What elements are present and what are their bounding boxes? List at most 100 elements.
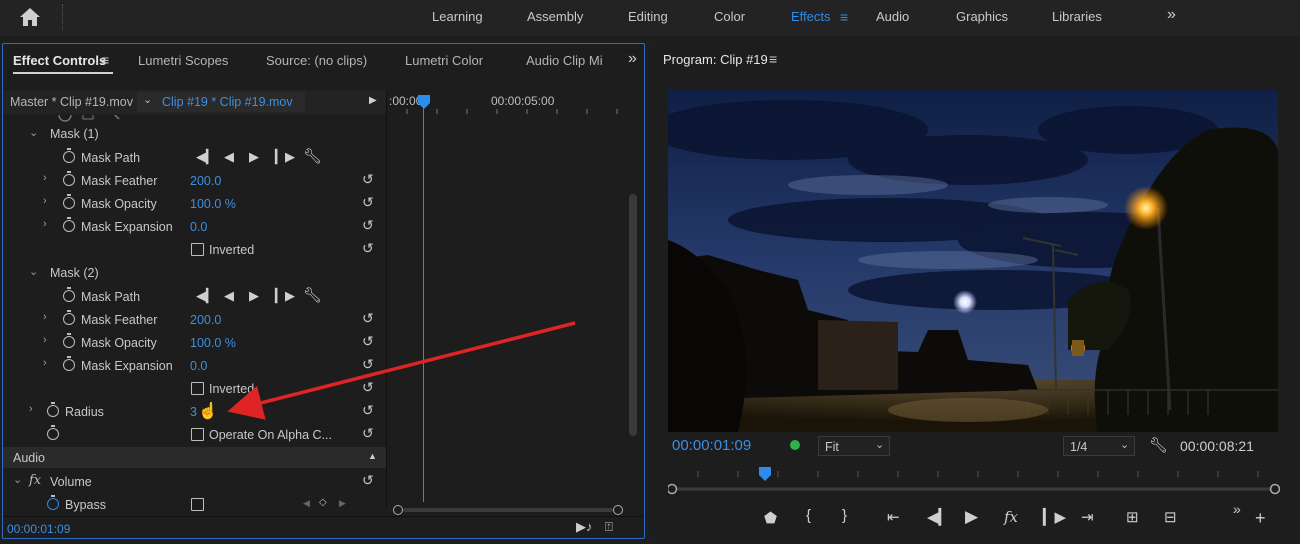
mask-opacity-value[interactable]: 100.0 %: [190, 197, 236, 211]
stopwatch-icon[interactable]: [63, 148, 75, 163]
track-forward-icon[interactable]: ▶: [249, 288, 259, 304]
tab-assembly[interactable]: Assembly: [527, 9, 583, 24]
chevron-right-icon[interactable]: ›: [43, 218, 47, 230]
reset-icon[interactable]: ↺: [362, 171, 374, 188]
bypass-checkbox[interactable]: [191, 498, 204, 511]
stopwatch-icon[interactable]: [47, 495, 59, 510]
mask-1-header[interactable]: ⌄ Mask (1): [3, 123, 386, 146]
inverted-checkbox[interactable]: [191, 243, 204, 256]
tab-lumetri-scopes[interactable]: Lumetri Scopes: [138, 53, 228, 68]
tab-effect-controls[interactable]: Effect Controls: [13, 53, 106, 68]
master-clip-label[interactable]: Master * Clip #19.mov: [10, 95, 133, 109]
settings-wrench-icon[interactable]: 🔧︎: [1149, 436, 1168, 454]
zoom-fit-dropdown[interactable]: Fit ⌄: [818, 436, 890, 456]
stopwatch-icon[interactable]: [63, 310, 75, 325]
stopwatch-icon[interactable]: [63, 356, 75, 371]
go-to-out-icon[interactable]: ⇥: [1081, 508, 1094, 526]
stopwatch-icon[interactable]: [47, 425, 59, 440]
home-icon[interactable]: [19, 7, 41, 27]
video-frame[interactable]: [668, 90, 1278, 432]
tab-graphics[interactable]: Graphics: [956, 9, 1008, 24]
stopwatch-icon[interactable]: [47, 402, 59, 417]
more-controls-icon[interactable]: »: [1233, 501, 1241, 517]
reset-icon[interactable]: ↺: [362, 472, 374, 489]
more-workspaces-icon[interactable]: »: [1167, 6, 1176, 24]
collapse-up-icon[interactable]: ▲: [368, 451, 377, 461]
add-keyframe-icon[interactable]: ◇: [319, 497, 327, 508]
timeline-zoom-bar[interactable]: [393, 505, 623, 515]
tab-libraries[interactable]: Libraries: [1052, 9, 1102, 24]
tab-source[interactable]: Source: (no clips): [266, 53, 367, 68]
wrench-icon[interactable]: 🔧︎: [303, 147, 322, 165]
program-timecode[interactable]: 00:00:01:09: [672, 437, 751, 454]
fx-icon[interactable]: fx: [29, 473, 41, 488]
mark-out-icon[interactable]: }: [842, 507, 847, 524]
chevron-right-icon[interactable]: ›: [43, 195, 47, 207]
track-forward-one-frame-icon[interactable]: ▎▶: [275, 288, 295, 304]
tab-learning[interactable]: Learning: [432, 9, 483, 24]
chevron-right-icon[interactable]: ›: [43, 311, 47, 323]
stopwatch-icon[interactable]: [63, 333, 75, 348]
play-audio-icon[interactable]: ▶♪: [576, 519, 593, 535]
play-icon[interactable]: ▶: [965, 507, 978, 527]
chevron-right-icon[interactable]: ›: [43, 334, 47, 346]
next-keyframe-icon[interactable]: ▶: [339, 498, 346, 509]
playhead-marker[interactable]: [418, 95, 430, 109]
stopwatch-icon[interactable]: [63, 287, 75, 302]
mask-feather-value[interactable]: 200.0: [190, 174, 221, 188]
reset-icon[interactable]: ↺: [362, 217, 374, 234]
chevron-down-icon[interactable]: ⌄: [29, 265, 38, 278]
audio-section-header[interactable]: Audio ▲: [3, 447, 386, 468]
effects-menu-icon[interactable]: ≡: [840, 9, 848, 25]
stopwatch-icon[interactable]: [63, 217, 75, 232]
track-backward-one-frame-icon[interactable]: ◀▎: [196, 288, 216, 304]
step-back-icon[interactable]: ◀▎: [927, 508, 950, 526]
scrub-playhead[interactable]: [759, 467, 772, 481]
more-panels-icon[interactable]: »: [628, 50, 637, 68]
tab-lumetri-color[interactable]: Lumetri Color: [405, 53, 483, 68]
add-marker-icon[interactable]: ⬟: [764, 509, 777, 527]
mask-expansion-value[interactable]: 0.0: [190, 220, 207, 234]
chevron-down-icon[interactable]: ⌄: [29, 126, 38, 139]
operate-alpha-checkbox[interactable]: [191, 428, 204, 441]
panel-menu-icon[interactable]: ≡: [769, 51, 777, 67]
playback-resolution-dropdown[interactable]: 1/4 ⌄: [1063, 436, 1135, 456]
extract-icon[interactable]: ⊟: [1164, 508, 1177, 526]
zoom-track[interactable]: [403, 508, 613, 512]
wrench-icon[interactable]: 🔧︎: [303, 286, 322, 304]
chevron-down-icon[interactable]: ⌄: [13, 473, 22, 486]
export-frame-icon[interactable]: ⍐: [605, 519, 613, 535]
program-title[interactable]: Program: Clip #19: [663, 52, 768, 67]
stopwatch-icon[interactable]: [63, 194, 75, 209]
vertical-scrollbar[interactable]: [629, 194, 637, 436]
track-backward-one-frame-icon[interactable]: ◀▎: [196, 149, 216, 165]
ec-timecode[interactable]: 00:00:01:09: [7, 522, 70, 536]
stopwatch-icon[interactable]: [63, 171, 75, 186]
zoom-handle-left[interactable]: [393, 505, 403, 515]
tab-audio-clip-mixer[interactable]: Audio Clip Mix: [526, 53, 602, 68]
zoom-handle-right[interactable]: [613, 505, 623, 515]
track-forward-icon[interactable]: ▶: [249, 149, 259, 165]
step-forward-icon[interactable]: ▎▶: [1043, 508, 1066, 526]
tab-editing[interactable]: Editing: [628, 9, 668, 24]
scrub-bar[interactable]: [666, 465, 1281, 495]
tab-color[interactable]: Color: [714, 9, 745, 24]
chevron-right-icon[interactable]: ›: [43, 172, 47, 184]
prev-keyframe-icon[interactable]: ◀: [303, 498, 310, 509]
track-backward-icon[interactable]: ◀: [224, 288, 234, 304]
chevron-right-icon[interactable]: ›: [43, 357, 47, 369]
track-backward-icon[interactable]: ◀: [224, 149, 234, 165]
reset-icon[interactable]: ↺: [362, 425, 374, 442]
fx-icon[interactable]: fx: [1004, 508, 1018, 526]
lift-icon[interactable]: ⊞: [1126, 508, 1139, 526]
play-only-icon[interactable]: ▶: [369, 95, 377, 106]
mark-in-icon[interactable]: {: [806, 507, 811, 524]
chevron-right-icon[interactable]: ›: [29, 403, 33, 415]
track-forward-one-frame-icon[interactable]: ▎▶: [275, 149, 295, 165]
sequence-clip-dropdown[interactable]: ⌄ Clip #19 * Clip #19.mov: [137, 92, 305, 112]
mask-2-header[interactable]: ⌄ Mask (2): [3, 262, 386, 285]
panel-menu-icon[interactable]: ≡: [101, 52, 109, 68]
add-button-icon[interactable]: +: [1255, 508, 1266, 529]
tab-effects[interactable]: Effects: [791, 9, 831, 24]
reset-icon[interactable]: ↺: [362, 194, 374, 211]
